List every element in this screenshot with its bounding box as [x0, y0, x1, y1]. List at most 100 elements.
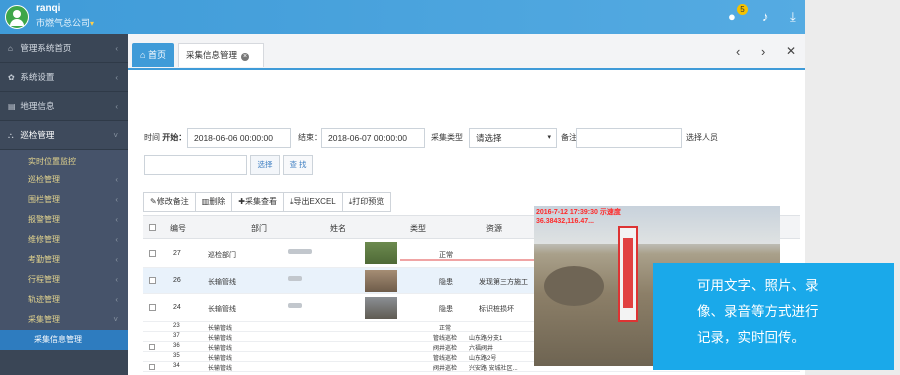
- sidebar-subitem-patrol[interactable]: 巡检管理 ‹: [0, 170, 128, 190]
- tab-home[interactable]: ⌂ 首页: [132, 43, 174, 67]
- search-button[interactable]: 查 找: [283, 155, 313, 175]
- blurred-name: [288, 249, 312, 254]
- photo-thumbnail[interactable]: [365, 270, 397, 292]
- home-icon: ⌂: [8, 44, 13, 53]
- caret-down-icon: ▾: [547, 134, 551, 141]
- callout-line-1: 可用文字、照片、录: [697, 278, 819, 293]
- download-icon[interactable]: ⤓: [790, 9, 796, 25]
- sidebar-subitem-attendance[interactable]: 考勤管理 ‹: [0, 250, 128, 270]
- cell-type: 阀井巡检: [433, 366, 458, 372]
- col-name[interactable]: 姓名: [330, 223, 346, 234]
- chevron-left-icon: ‹: [115, 195, 118, 204]
- print-preview-label: 打印预览: [352, 197, 385, 206]
- cell-type: 隐患: [439, 306, 453, 313]
- sidebar-subitem-collect-info[interactable]: 采集信息管理: [0, 330, 128, 350]
- stamp-line-1: 2016-7-12 17:39:30 示速度: [536, 209, 621, 216]
- export-excel-button[interactable]: ⤓导出EXCEL: [282, 192, 343, 212]
- add-view-button[interactable]: ✚采集查看: [231, 192, 284, 212]
- cell-type: 正常: [439, 252, 453, 259]
- cell-dept: 长输管线: [208, 336, 233, 342]
- cell-id: 35: [173, 353, 180, 359]
- callout-line-2: 像、录音等方式进行: [697, 304, 819, 319]
- row-checkbox[interactable]: [149, 364, 155, 370]
- microphone-icon[interactable]: ♪: [762, 9, 769, 24]
- edit-remark-label: 修改备注: [156, 197, 189, 206]
- user-avatar[interactable]: [5, 5, 29, 29]
- notification-badge: 5: [737, 4, 748, 15]
- print-preview-button[interactable]: ⤓打印预览: [341, 192, 392, 212]
- select-person-button[interactable]: 选择: [250, 155, 280, 175]
- cell-dept: 长输管线: [208, 306, 236, 313]
- tab-label: 首页: [147, 50, 166, 60]
- col-type[interactable]: 类型: [410, 223, 426, 234]
- chevron-left-icon: ‹: [115, 73, 118, 82]
- sidebar-item-inspection[interactable]: ⛬ 巡检管理 ˅: [0, 121, 128, 150]
- end-time-input[interactable]: 2018-06-07 00:00:00: [321, 128, 425, 148]
- cell-resource: 兴安路 安城社区...: [469, 366, 518, 372]
- sidebar-item-label: 地理信息: [20, 101, 55, 111]
- type-select-value: 请选择: [476, 133, 502, 143]
- col-resource[interactable]: 资源: [486, 223, 502, 234]
- delete-button[interactable]: ▥删除: [194, 192, 233, 212]
- row-checkbox[interactable]: [149, 304, 156, 311]
- add-view-label: 采集查看: [244, 197, 277, 206]
- person-input[interactable]: [144, 155, 247, 175]
- cell-type: 管线巡检: [433, 336, 458, 342]
- sidebar-subitem-trip[interactable]: 行程管理 ‹: [0, 270, 128, 290]
- select-all-checkbox[interactable]: [149, 224, 156, 231]
- chevron-left-icon: ‹: [115, 102, 118, 111]
- user-name[interactable]: ranqi: [36, 3, 60, 14]
- stamp-line-2: 36.38432,116.47...: [536, 218, 594, 225]
- user-org[interactable]: 市燃气总公司▾: [36, 16, 94, 29]
- chevron-right-icon[interactable]: ›: [761, 44, 765, 59]
- delete-label: 删除: [209, 197, 226, 206]
- tab-collect-info[interactable]: 采集信息管理 ×: [178, 43, 264, 67]
- sidebar-item-geo[interactable]: ▤ 地理信息 ‹: [0, 92, 128, 121]
- cell-id: 34: [173, 363, 180, 369]
- sidebar-subitem-label: 采集管理: [28, 315, 60, 324]
- top-bar: ranqi 市燃气总公司▾ ● 5 ♪ ⤓: [0, 0, 805, 34]
- photo-thumbnail[interactable]: [365, 242, 397, 264]
- sidebar-item-label: 系统设置: [20, 72, 55, 82]
- sidebar-subitem-alarm[interactable]: 报警管理 ‹: [0, 210, 128, 230]
- remark-input[interactable]: [576, 128, 682, 148]
- col-id[interactable]: 编号: [170, 223, 186, 234]
- sidebar-subitem-label: 考勤管理: [28, 255, 60, 264]
- chevron-down-icon: ˅: [113, 131, 118, 140]
- cell-name: [288, 249, 312, 256]
- cell-type: 阀井巡检: [433, 346, 458, 352]
- photo-thumbnail[interactable]: [365, 297, 397, 319]
- sidebar: ⌂ 管理系统首页 ‹ ✿ 系统设置 ‹ ▤ 地理信息 ‹ ⛬ 巡检管理 ˅ 实时位置监控…: [0, 34, 128, 375]
- tab-bar: ⌂ 首页 采集信息管理 × ‹ › ✕: [128, 34, 805, 70]
- sidebar-subitem-repair[interactable]: 维修管理 ‹: [0, 230, 128, 250]
- cell-id: 36: [173, 343, 180, 349]
- close-all-icon[interactable]: ✕: [786, 44, 796, 58]
- cell-resource: 标识桩损坏: [479, 306, 514, 313]
- row-checkbox[interactable]: [149, 344, 155, 350]
- map-icon: ▤: [8, 102, 16, 111]
- close-icon[interactable]: ×: [241, 53, 250, 61]
- type-select[interactable]: 请选择 ▾: [469, 128, 557, 148]
- sidebar-item-home[interactable]: ⌂ 管理系统首页 ‹: [0, 34, 128, 63]
- sidebar-subitem-track[interactable]: 轨迹管理 ‹: [0, 290, 128, 310]
- sidebar-item-settings[interactable]: ✿ 系统设置 ‹: [0, 63, 128, 92]
- export-excel-label: 导出EXCEL: [293, 197, 336, 206]
- cell-resource: 六福阀井: [469, 346, 494, 352]
- sidebar-subitem-label: 报警管理: [28, 215, 60, 224]
- row-checkbox[interactable]: [149, 250, 156, 257]
- sidebar-subitem-location[interactable]: 实时位置监控: [0, 150, 128, 170]
- cell-dept: 长输管线: [208, 326, 233, 332]
- sidebar-subitem-fence[interactable]: 围栏管理 ‹: [0, 190, 128, 210]
- cell-dept: 长输管线: [208, 366, 233, 372]
- start-time-input[interactable]: 2018-06-06 00:00:00: [187, 128, 291, 148]
- col-dept[interactable]: 部门: [251, 223, 267, 234]
- type-label: 采集类型: [431, 133, 463, 142]
- sidebar-subitem-collect[interactable]: 采集管理 ˅: [0, 310, 128, 330]
- remark-label: 备注: [561, 133, 577, 142]
- edit-remark-button[interactable]: ✎修改备注: [143, 192, 196, 212]
- chevron-left-icon: ‹: [115, 215, 118, 224]
- row-checkbox[interactable]: [149, 277, 156, 284]
- chevron-left-icon[interactable]: ‹: [736, 44, 740, 59]
- user-icon[interactable]: ●: [728, 9, 736, 24]
- sidebar-subitem-label: 轨迹管理: [28, 295, 60, 304]
